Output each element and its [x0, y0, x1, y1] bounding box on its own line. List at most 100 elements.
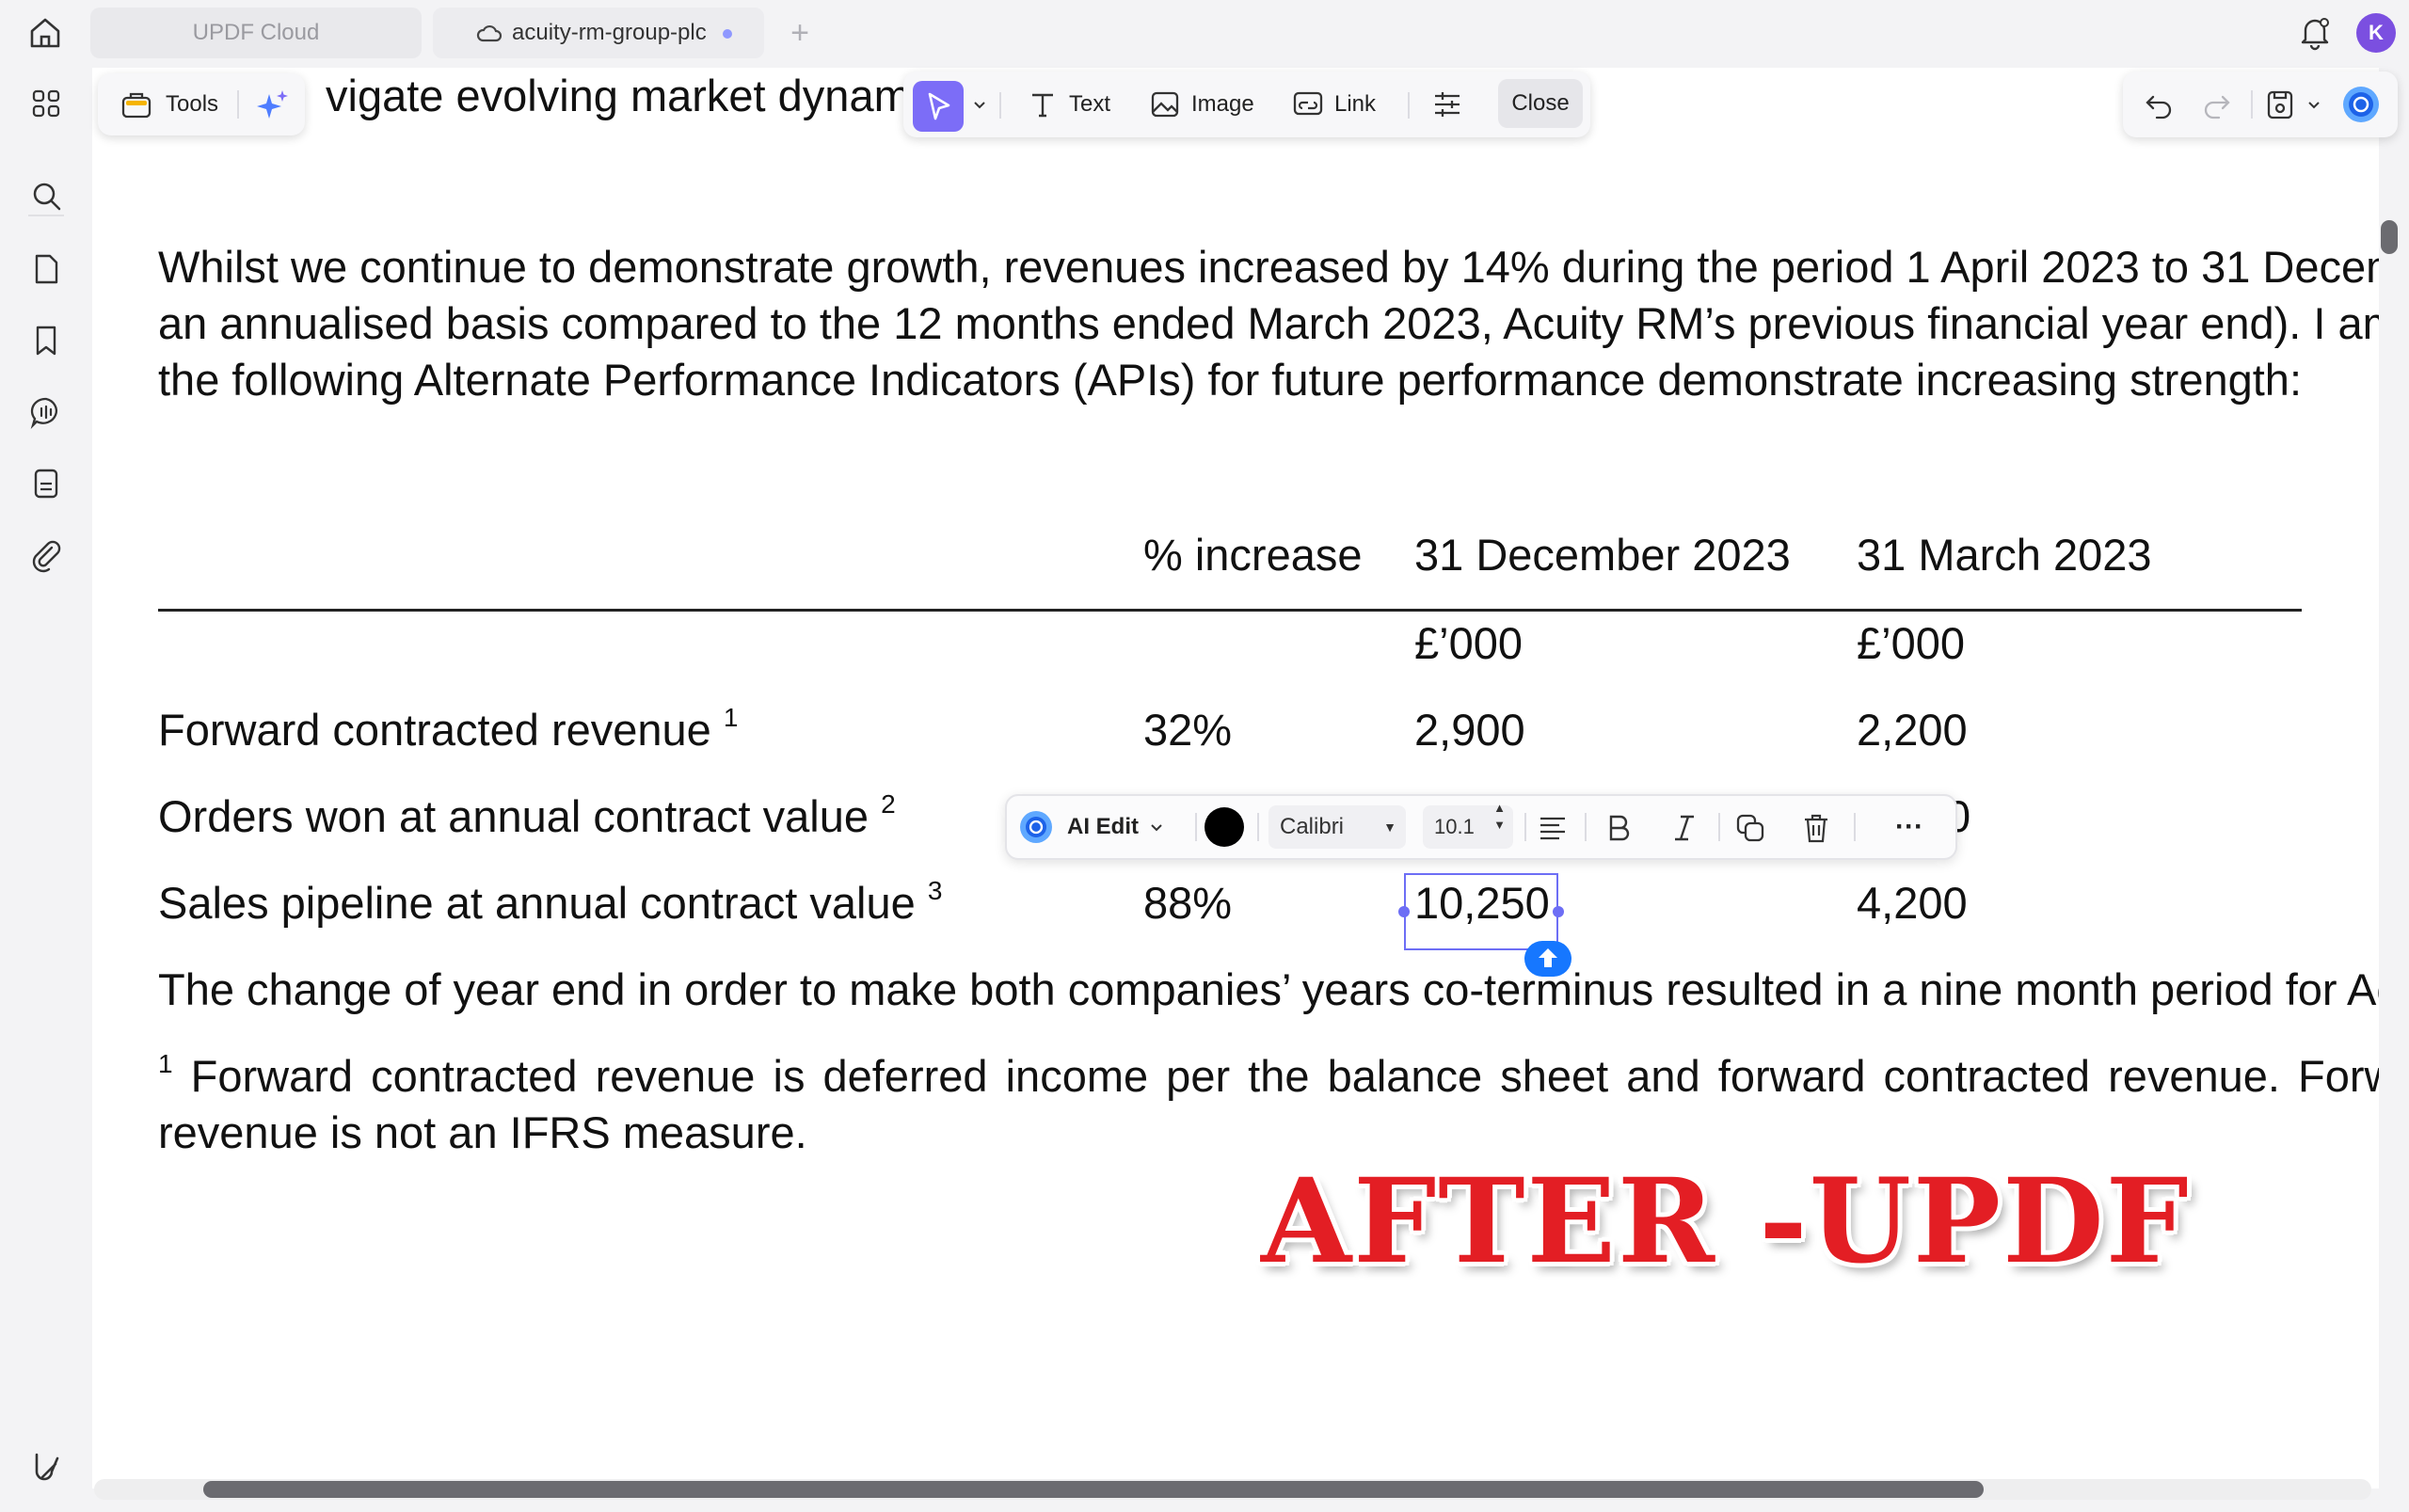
left-sidebar [0, 66, 92, 1512]
font-size-value: 10.1 [1434, 815, 1475, 838]
table-rule [158, 609, 2302, 612]
search-icon[interactable] [27, 177, 65, 215]
ai-sparkle-icon[interactable] [254, 87, 292, 124]
cloud-icon [476, 22, 503, 44]
divider [2251, 90, 2253, 119]
chevron-down-icon [1151, 824, 1162, 832]
link-label: Link [1334, 91, 1377, 117]
text-selection-box[interactable] [1404, 873, 1558, 950]
table-cell-increase: 32% [1143, 705, 1233, 755]
footnote-ref: 2 [881, 789, 896, 819]
comments-icon[interactable] [27, 393, 65, 431]
divider [1195, 813, 1197, 841]
align-text-icon[interactable] [1536, 811, 1570, 845]
resize-handle-right[interactable] [1553, 906, 1564, 917]
home-icon[interactable] [26, 14, 64, 52]
resize-handle-left[interactable] [1398, 906, 1410, 917]
save-icon[interactable] [2262, 87, 2298, 122]
tab-bar: UPDF Cloud acuity-rm-group-plc + K [0, 0, 2409, 66]
image-icon [1151, 91, 1179, 118]
font-size-stepper[interactable]: 10.1 ▲ ▼ [1423, 801, 1513, 849]
avatar[interactable]: K [2356, 13, 2396, 53]
dropdown-caret-icon: ▼ [1383, 820, 1396, 835]
unsaved-dot [723, 29, 732, 39]
divider [1524, 813, 1526, 841]
close-edit-button[interactable]: Close [1498, 79, 1583, 128]
unit-dec: £’000 [1414, 618, 1523, 668]
footnote-ref: 3 [927, 876, 943, 905]
vertical-scroll-thumb[interactable] [2381, 220, 2398, 254]
delete-icon[interactable] [1799, 811, 1833, 845]
attachment-icon[interactable] [27, 536, 65, 574]
right-toolbar [2123, 72, 2398, 137]
chevron-down-icon[interactable] [969, 94, 990, 115]
table-row-label: Orders won at annual contract value 2 [158, 789, 896, 841]
more-options-icon[interactable]: ··· [1895, 796, 1923, 858]
tools-button[interactable]: Tools [166, 91, 218, 118]
ai-edit-icon [1020, 811, 1052, 843]
unit-mar: £’000 [1857, 618, 1965, 668]
divider [999, 92, 1001, 119]
font-name: Calibri [1280, 814, 1345, 839]
paragraph-line-1: Whilst we continue to demonstrate growth… [158, 242, 2379, 292]
horizontal-scroll-thumb[interactable] [203, 1481, 1984, 1498]
divider [237, 90, 239, 119]
toolbox-icon[interactable] [119, 87, 154, 122]
table-cell-mar: 4,200 [1857, 878, 1968, 928]
form-fields-icon[interactable] [27, 465, 65, 502]
footnote-text: 1 Forward contracted revenue is deferred… [158, 1049, 2379, 1101]
tab-document[interactable]: acuity-rm-group-plc [433, 8, 764, 58]
footnote-text-2: revenue is not an IFRS measure. [158, 1107, 807, 1157]
text-color-swatch[interactable] [1204, 807, 1244, 847]
ai-assistant-icon[interactable] [2341, 85, 2381, 124]
stepper-arrows-icon[interactable]: ▲ ▼ [1493, 800, 1506, 834]
new-tab-button[interactable]: + [781, 15, 819, 53]
add-link-button[interactable]: Link [1291, 72, 1376, 137]
divider [1718, 813, 1720, 841]
header-mar-2023: 31 March 2023 [1857, 530, 2152, 580]
add-image-button[interactable]: Image [1148, 72, 1254, 137]
apps-grid-icon[interactable] [27, 85, 65, 122]
edit-toolbar: Text Image Link Close [903, 72, 1590, 137]
italic-icon[interactable] [1667, 811, 1701, 845]
settings-sliders-icon[interactable] [1430, 88, 1464, 121]
footnote-mark: 1 [158, 1049, 173, 1078]
after-updf-watermark: AFTER -UPDF [1261, 1154, 2191, 1290]
updf-logo-icon[interactable] [27, 1447, 65, 1485]
page-thumbnails-icon[interactable] [27, 250, 65, 288]
divider [1257, 813, 1259, 841]
text-icon [1032, 93, 1053, 118]
duplicate-icon[interactable] [1733, 811, 1767, 845]
ai-edit-button[interactable]: AI Edit [1018, 796, 1167, 858]
divider [1585, 813, 1587, 841]
undo-icon[interactable] [2142, 88, 2176, 121]
bold-icon[interactable] [1602, 811, 1635, 845]
tab-label: UPDF Cloud [192, 20, 320, 45]
select-tool-button[interactable] [913, 81, 964, 132]
font-family-select[interactable]: Calibri ▼ [1268, 805, 1406, 849]
heading-fragment: vigate evolving market dynamic [326, 71, 943, 120]
bell-icon[interactable] [2296, 13, 2334, 51]
text-label: Text [1069, 91, 1111, 117]
table-cell-dec: 2,900 [1414, 705, 1525, 755]
add-text-button[interactable]: Text [1026, 72, 1110, 137]
table-cell-increase: 88% [1143, 878, 1233, 928]
table-cell-mar: 2,200 [1857, 705, 1968, 755]
table-row-label: Sales pipeline at annual contract value … [158, 876, 943, 928]
header-increase: % increase [1143, 530, 1363, 580]
header-dec-2023: 31 December 2023 [1414, 530, 1791, 580]
paragraph-line-2: an annualised basis compared to the 12 m… [158, 298, 2379, 348]
tab-updf-cloud[interactable]: UPDF Cloud [90, 8, 422, 58]
change-of-year-end-text: The change of year end in order to make … [158, 964, 2379, 1014]
vertical-scrollbar[interactable] [2379, 68, 2401, 1488]
text-format-toolbar: AI Edit Calibri ▼ 10.1 ▲ ▼ ··· [1005, 794, 1957, 860]
chevron-down-icon[interactable] [2304, 94, 2324, 115]
move-handle-icon[interactable] [1524, 941, 1571, 977]
footnote-ref: 1 [723, 703, 739, 732]
redo-icon[interactable] [2200, 88, 2234, 121]
divider [1854, 813, 1856, 841]
tab-label: acuity-rm-group-plc [512, 20, 707, 45]
bookmark-icon[interactable] [27, 322, 65, 359]
divider [1408, 92, 1410, 119]
image-label: Image [1191, 91, 1254, 117]
